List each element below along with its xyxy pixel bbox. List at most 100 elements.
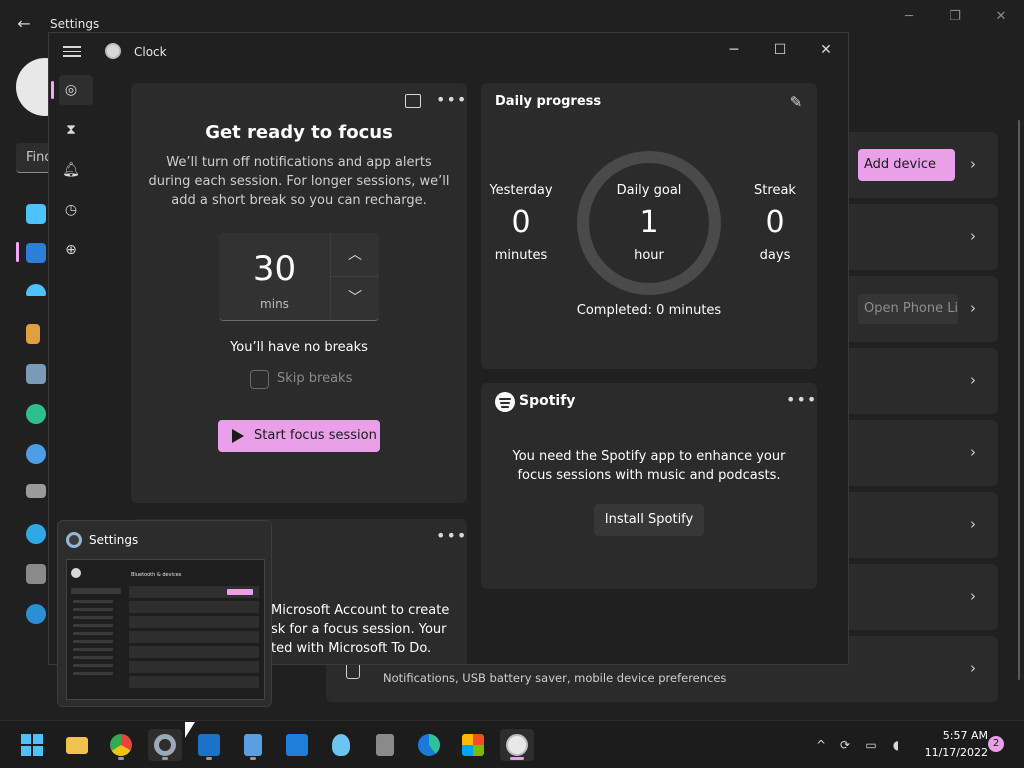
close-icon[interactable]: ✕ <box>815 40 837 60</box>
window-title: Clock <box>134 45 167 59</box>
edit-pencil-icon[interactable]: ✎ <box>787 93 805 111</box>
timer-value: 30 <box>252 249 297 289</box>
install-spotify-button[interactable]: Install Spotify <box>594 504 704 536</box>
notification-badge[interactable]: 2 <box>988 736 1004 752</box>
chevron-right-icon: › <box>970 443 976 461</box>
calendar-icon[interactable] <box>280 729 314 761</box>
calculator-icon[interactable] <box>368 729 402 761</box>
tray-time[interactable]: 5:57 AM <box>918 729 988 742</box>
skip-breaks-label: Skip breaks <box>277 371 353 386</box>
thumb-nav-line <box>73 632 113 635</box>
play-icon <box>232 429 244 443</box>
add-device-button[interactable]: Add device <box>858 149 955 181</box>
preview-thumbnail[interactable]: Bluetooth & devices <box>66 559 265 700</box>
chevron-right-icon: › <box>970 515 976 533</box>
chevron-right-icon: › <box>970 299 976 317</box>
timer-icon[interactable]: ⧗ <box>61 120 81 140</box>
chrome-icon[interactable] <box>104 729 138 761</box>
file-explorer-icon[interactable] <box>60 729 94 761</box>
thumb-nav-line <box>73 664 113 667</box>
taskbar: ^ ⟳ ▭ ◖ <box>0 720 1024 768</box>
accessibility-icon[interactable] <box>26 524 46 544</box>
compact-overlay-icon[interactable] <box>405 94 421 108</box>
streak-value: 0 <box>765 205 785 240</box>
maximize-icon[interactable]: ❐ <box>944 8 966 26</box>
thumb-nav-line <box>73 624 113 627</box>
thumb-nav-line <box>73 656 113 659</box>
accounts-icon[interactable] <box>26 404 46 424</box>
stopwatch-icon[interactable]: ◷ <box>61 200 81 220</box>
focus-heading: Get ready to focus <box>205 122 393 143</box>
chevron-up-icon[interactable]: ︿ <box>331 243 379 267</box>
focus-duration-stepper[interactable]: 30 mins ︿ ﹀ <box>219 233 379 321</box>
more-options-icon[interactable]: ••• <box>436 92 466 108</box>
gaming-icon[interactable] <box>26 484 46 498</box>
settings-icon[interactable] <box>148 729 182 761</box>
daily-goal-value: 1 <box>639 205 659 240</box>
clock-icon[interactable] <box>500 729 534 761</box>
system-icon[interactable] <box>26 204 46 224</box>
thumb-search <box>71 588 121 594</box>
thumb-nav-line <box>73 672 113 675</box>
alarm-icon[interactable]: 🔔︎ <box>61 160 81 180</box>
tips-icon[interactable] <box>324 729 358 761</box>
yesterday-value: 0 <box>511 205 531 240</box>
mouse-cursor-icon <box>185 722 195 738</box>
start-icon[interactable] <box>15 729 49 761</box>
more-options-icon[interactable]: ••• <box>786 392 816 408</box>
nav-active-indicator <box>51 81 54 99</box>
scrollbar[interactable] <box>1018 120 1020 680</box>
open-phone-link-button[interactable]: Open Phone Link <box>858 294 958 324</box>
personalization-icon[interactable] <box>26 324 40 344</box>
tray-date[interactable]: 11/17/2022 <box>912 746 988 759</box>
skip-breaks-checkbox[interactable] <box>250 370 269 389</box>
notepad-icon[interactable] <box>236 729 270 761</box>
network-icon[interactable]: ▭ <box>863 737 879 753</box>
thumb-add-button <box>227 589 253 595</box>
chevron-right-icon: › <box>970 227 976 245</box>
minimize-icon[interactable]: ─ <box>723 40 745 60</box>
completed-text: Completed: 0 minutes <box>576 303 722 318</box>
breaks-info: You’ll have no breaks <box>230 340 368 355</box>
thumb-row <box>129 661 259 673</box>
yesterday-label: Yesterday <box>489 183 553 198</box>
hamburger-menu-icon[interactable] <box>63 43 81 59</box>
more-options-icon[interactable]: ••• <box>436 528 466 544</box>
daily-progress-card: Daily progress ✎ Yesterday 0 minutes Dai… <box>481 83 817 369</box>
windows-update-icon[interactable] <box>26 604 46 624</box>
thumb-nav-line <box>73 616 113 619</box>
taskbar-preview[interactable]: Settings Bluetooth & devices <box>57 520 272 707</box>
network-icon[interactable] <box>26 284 46 296</box>
chevron-up-icon[interactable]: ^ <box>813 737 829 753</box>
world-clock-icon[interactable]: ⊕ <box>61 240 81 260</box>
back-arrow-icon[interactable]: ← <box>14 14 34 34</box>
focus-session-card: ••• Get ready to focus We’ll turn off no… <box>131 83 467 503</box>
spotify-logo-icon <box>495 392 515 412</box>
start-focus-session-button[interactable]: Start focus session <box>218 420 380 452</box>
settings-title: Settings <box>50 17 100 31</box>
focus-sessions-icon[interactable]: ◎ <box>61 80 81 100</box>
chevron-right-icon: › <box>970 659 976 677</box>
minimize-icon[interactable]: ─ <box>898 8 920 26</box>
time-language-icon[interactable] <box>26 444 46 464</box>
privacy-security-icon[interactable] <box>26 564 46 584</box>
thumb-nav-line <box>73 640 113 643</box>
start-button-label: Start focus session <box>254 428 377 443</box>
apps-icon[interactable] <box>26 364 46 384</box>
bluetooth-icon[interactable] <box>26 243 46 263</box>
thumb-nav-line <box>73 600 113 603</box>
sync-icon[interactable]: ⟳ <box>837 737 853 753</box>
chevron-down-icon[interactable]: ﹀ <box>331 286 379 310</box>
search-input[interactable]: Find <box>16 143 52 173</box>
chevron-right-icon: › <box>970 155 976 173</box>
close-icon[interactable]: ✕ <box>990 8 1012 26</box>
edge-icon[interactable] <box>412 729 446 761</box>
thumb-row <box>129 601 259 613</box>
thumb-row <box>129 646 259 658</box>
daily-progress-title: Daily progress <box>495 94 602 109</box>
mail-icon[interactable] <box>192 729 226 761</box>
store-icon[interactable] <box>456 729 490 761</box>
volume-icon[interactable]: ◖ <box>888 737 904 753</box>
thumb-nav-line <box>73 608 113 611</box>
maximize-icon[interactable]: ☐ <box>769 40 791 60</box>
